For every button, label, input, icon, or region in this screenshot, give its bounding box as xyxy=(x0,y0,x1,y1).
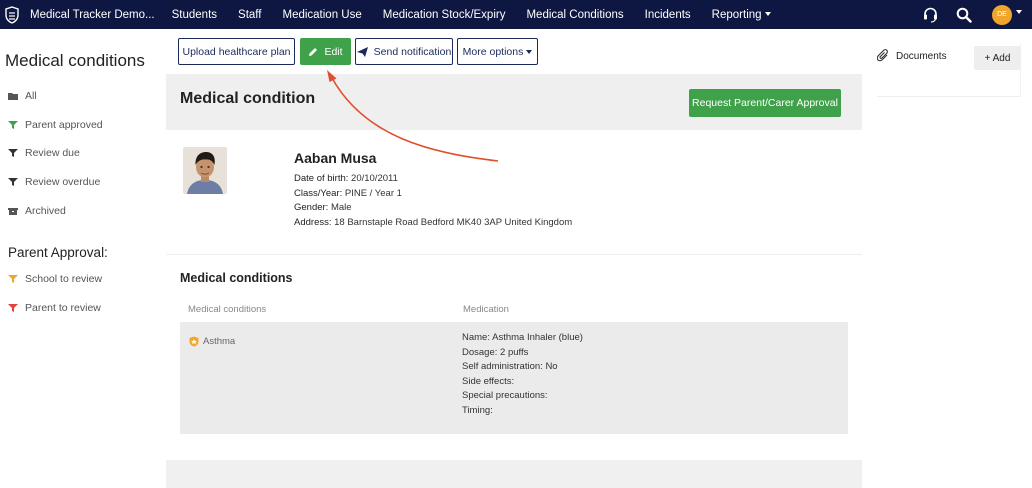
med-name-value: Asthma Inhaler (blue) xyxy=(492,332,583,343)
medication-dosage: Dosage: 2 puffs xyxy=(462,347,528,358)
medication-name: Name: Asthma Inhaler (blue) xyxy=(462,332,583,343)
medication-self-admin: Self administration: No xyxy=(462,361,558,372)
col-header-medication: Medication xyxy=(463,304,509,315)
student-photo xyxy=(183,147,227,194)
sidebar-item-label: All xyxy=(25,90,37,102)
more-options-label: More options xyxy=(462,45,524,58)
card-title: Medical condition xyxy=(180,90,316,107)
medication-side-effects: Side effects: xyxy=(462,376,515,387)
class-value: PINE / Year 1 xyxy=(344,188,402,199)
paper-plane-icon xyxy=(356,46,368,57)
sidebar-item-review-due[interactable]: Review due xyxy=(8,147,80,159)
pencil-icon xyxy=(309,47,318,56)
col-header-condition: Medical conditions xyxy=(188,304,267,315)
brand-name: Medical Tracker Demo... xyxy=(30,8,155,21)
card-header: Medical condition Request Parent/Carer A… xyxy=(166,74,862,130)
dosage-value: 2 puffs xyxy=(500,347,529,358)
user-avatar[interactable]: DE xyxy=(992,4,1012,25)
brand[interactable]: Medical Tracker Demo... xyxy=(4,5,172,24)
shield-badge-icon xyxy=(189,336,199,347)
filter-icon xyxy=(8,275,18,283)
request-approval-button[interactable]: Request Parent/Carer Approval xyxy=(689,89,841,117)
student-class: Class/Year: PINE / Year 1 xyxy=(294,188,402,199)
sidebar-title: Medical conditions xyxy=(5,51,145,70)
sidebar-item-school-to-review[interactable]: School to review xyxy=(8,273,102,285)
nav-reporting-label: Reporting xyxy=(711,8,762,21)
medical-condition-card: Medical condition Request Parent/Carer A… xyxy=(166,74,862,488)
sidebar-item-all[interactable]: All xyxy=(8,90,37,102)
address-value: 18 Barnstaple Road Bedford MK40 3AP Unit… xyxy=(334,217,573,228)
chevron-down-icon xyxy=(526,49,533,54)
card-footer xyxy=(166,460,862,488)
gender-value: Male xyxy=(330,202,352,213)
documents-heading: Documents xyxy=(877,49,947,63)
nav-staff[interactable]: Staff xyxy=(238,9,261,21)
self-admin-label: Self administration: xyxy=(462,361,543,372)
section-divider xyxy=(166,254,862,255)
nav-medication-use[interactable]: Medication Use xyxy=(282,9,361,21)
med-name-label: Name: xyxy=(462,332,490,343)
nav-reporting[interactable]: Reporting xyxy=(712,9,771,21)
dosage-label: Dosage: xyxy=(462,347,498,358)
chevron-down-icon xyxy=(764,12,771,17)
medication-timing: Timing: xyxy=(462,405,493,416)
nav-right-tools: DE xyxy=(906,0,1022,29)
sidebar-item-label: School to review xyxy=(25,273,103,285)
shield-logo-icon xyxy=(5,5,19,24)
card-body: Aaban Musa Date of birth: 20/10/2011 Cla… xyxy=(166,130,862,460)
filter-icon xyxy=(8,121,18,129)
student-address: Address: 18 Barnstaple Road Bedford MK40… xyxy=(294,217,572,228)
sidebar-item-parent-approved[interactable]: Parent approved xyxy=(8,119,103,131)
student-name: Aaban Musa xyxy=(294,150,377,166)
nav-medical-conditions[interactable]: Medical Conditions xyxy=(526,9,623,21)
dob-value: 20/10/2011 xyxy=(351,173,398,184)
more-options-button[interactable]: More options xyxy=(457,38,538,65)
upload-healthcare-plan-button[interactable]: Upload healthcare plan xyxy=(178,38,295,65)
self-admin-value: No xyxy=(545,361,558,372)
conditions-section-title: Medical conditions xyxy=(180,271,293,285)
nav-incidents[interactable]: Incidents xyxy=(645,9,691,21)
sidebar-item-review-overdue[interactable]: Review overdue xyxy=(8,176,100,188)
student-gender: Gender: Male xyxy=(294,202,352,213)
sidebar-item-label: Archived xyxy=(25,205,66,217)
table-row[interactable]: Asthma Name: Asthma Inhaler (blue) Dosag… xyxy=(180,322,848,434)
gender-label: Gender: xyxy=(294,202,329,213)
sidebar-item-parent-to-review[interactable]: Parent to review xyxy=(8,302,101,314)
documents-title: Documents xyxy=(896,50,947,62)
chevron-down-icon[interactable] xyxy=(1016,9,1022,14)
condition-label: Asthma xyxy=(203,336,236,347)
student-dob: Date of birth: 20/10/2011 xyxy=(294,173,398,184)
parent-approval-heading: Parent Approval: xyxy=(8,245,108,260)
send-notification-button[interactable]: Send notification xyxy=(355,38,453,65)
class-label: Class/Year: xyxy=(294,188,343,199)
filter-icon xyxy=(8,149,18,157)
search-icon[interactable] xyxy=(954,5,974,25)
address-label: Address: xyxy=(294,217,332,228)
condition-name: Asthma xyxy=(189,336,235,347)
filter-icon xyxy=(8,304,18,312)
sidebar-item-label: Review due xyxy=(25,147,80,159)
filter-icon xyxy=(8,178,18,186)
sidebar-item-label: Parent approved xyxy=(25,119,103,131)
nav-students[interactable]: Students xyxy=(172,9,217,21)
documents-panel: Documents + Add xyxy=(877,43,1021,97)
sidebar-item-archived[interactable]: Archived xyxy=(8,205,66,217)
send-notification-label: Send notification xyxy=(373,45,452,58)
add-document-button[interactable]: + Add xyxy=(974,46,1021,70)
paperclip-icon xyxy=(877,49,888,62)
support-headset-icon[interactable] xyxy=(920,5,940,25)
dob-label: Date of birth: xyxy=(294,173,349,184)
medication-precautions: Special precautions: xyxy=(462,390,548,401)
edit-button-label: Edit xyxy=(324,45,343,58)
sidebar-item-label: Review overdue xyxy=(25,176,101,188)
sidebar-item-label: Parent to review xyxy=(25,302,101,314)
folder-icon xyxy=(8,93,18,100)
nav-medication-stock[interactable]: Medication Stock/Expiry xyxy=(383,9,506,21)
archive-icon xyxy=(8,208,18,215)
edit-button[interactable]: Edit xyxy=(300,38,351,65)
top-navbar: Medical Tracker Demo... Students Staff M… xyxy=(0,0,1032,29)
